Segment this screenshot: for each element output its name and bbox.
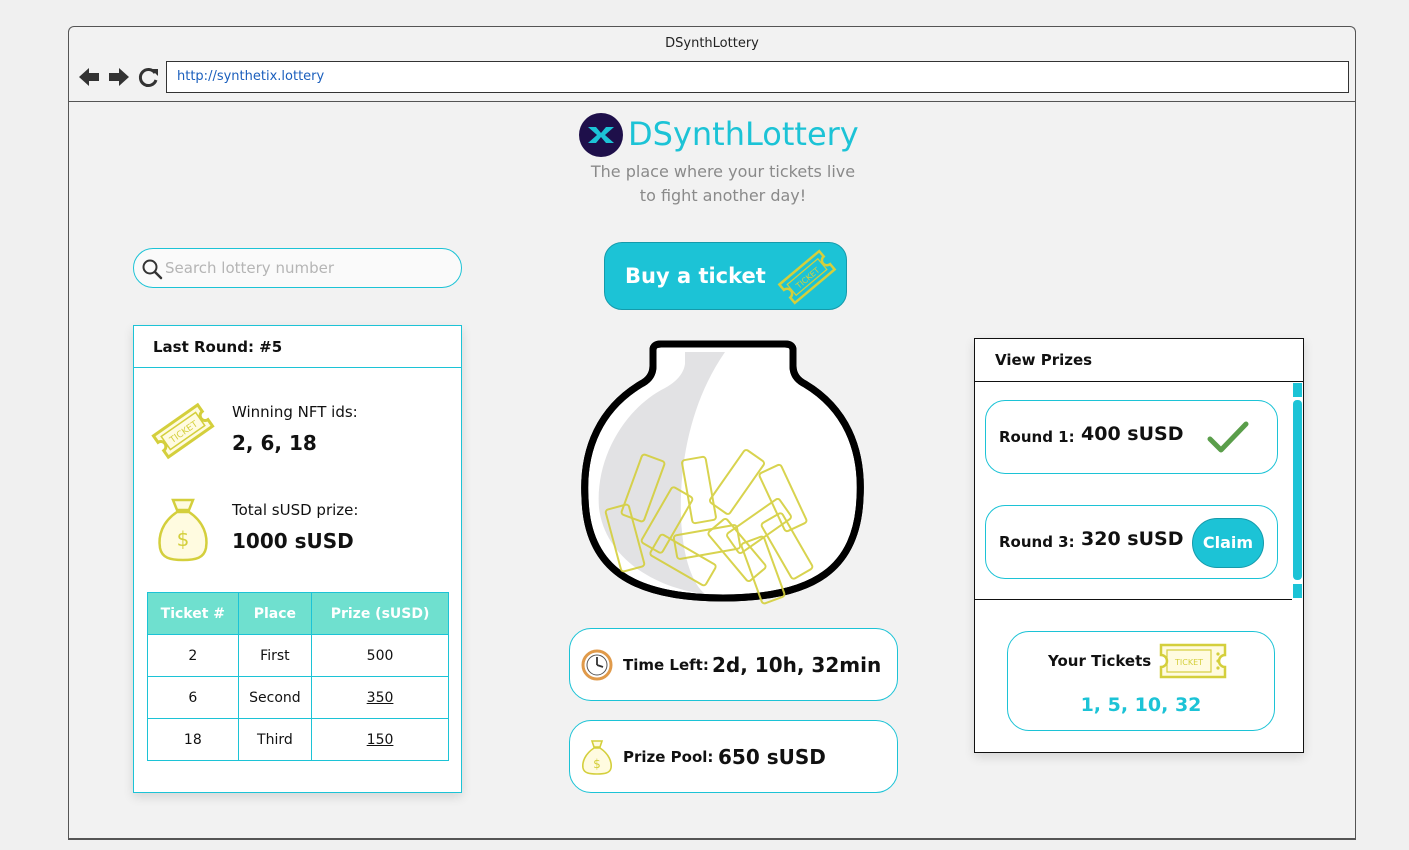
clock-icon	[581, 649, 613, 681]
back-arrow-icon[interactable]	[79, 68, 99, 86]
view-prizes-title: View Prizes	[995, 351, 1093, 369]
search-icon	[142, 259, 163, 280]
total-prize-value: 1000 sUSD	[232, 529, 354, 553]
your-tickets-value: 1, 5, 10, 32	[1080, 694, 1202, 716]
prize-link[interactable]: 150	[367, 732, 394, 748]
prize-pool-value: 650 sUSD	[718, 745, 826, 769]
prize-cell: 500	[311, 634, 449, 677]
total-prize-label: Total sUSD prize:	[232, 501, 359, 519]
ticket-icon: TICKET	[1159, 643, 1227, 679]
place-cell: Third	[237, 718, 313, 761]
buy-ticket-label: Buy a ticket	[625, 264, 766, 288]
prize-cell: 350	[311, 676, 449, 719]
table-header-row: Ticket # Place Prize (sUSD)	[147, 592, 449, 635]
table-row: 2 First 500	[147, 634, 449, 677]
scroll-thumb[interactable]	[1293, 400, 1302, 580]
scroll-up-arrow-icon[interactable]	[1293, 383, 1302, 397]
winning-ids-label: Winning NFT ids:	[232, 403, 358, 421]
ticket-cell: 18	[147, 718, 239, 761]
address-bar[interactable]: http://synthetix.lottery	[166, 61, 1349, 93]
round-prize-value: 400 sUSD	[1081, 423, 1184, 445]
toolbar-divider	[69, 101, 1355, 102]
window-bottom-edge	[68, 838, 1356, 840]
synthetix-logo-icon	[579, 113, 623, 157]
prize-round-item: Round 3: 320 sUSD Claim	[985, 505, 1278, 579]
ticket-cell: 6	[147, 676, 239, 719]
app-title: DSynthLottery	[628, 115, 859, 153]
ticket-icon: TICKET	[777, 249, 837, 305]
scroll-down-arrow-icon[interactable]	[1293, 584, 1302, 598]
svg-text:TICKET: TICKET	[1174, 658, 1203, 667]
last-round-header: Last Round: #5	[134, 326, 461, 368]
table-row: 6 Second 350	[147, 676, 449, 719]
your-tickets-box: Your Tickets TICKET 1, 5, 10, 32	[1007, 631, 1275, 731]
search-box	[133, 248, 462, 288]
last-round-card: Last Round: #5 TICKET Winning NFT ids: 2…	[133, 325, 462, 793]
time-left-label: Time Left:	[623, 656, 709, 674]
money-bag-icon: $	[158, 498, 208, 562]
buy-ticket-button[interactable]: Buy a ticket TICKET	[604, 242, 847, 310]
view-prizes-header: View Prizes	[975, 339, 1303, 382]
prize-round-item: Round 1: 400 sUSD	[985, 400, 1278, 474]
check-icon	[1207, 421, 1249, 453]
place-cell: Second	[237, 676, 313, 719]
tagline-line-1: The place where your tickets live	[590, 162, 856, 181]
table-row: 18 Third 150	[147, 718, 449, 761]
round-label: Round 3:	[999, 533, 1075, 551]
place-cell: First	[237, 634, 313, 677]
refresh-icon[interactable]	[138, 68, 158, 87]
svg-text:$: $	[177, 527, 190, 551]
last-round-title: Last Round: #5	[153, 338, 283, 356]
prizes-scrollbar[interactable]	[1292, 382, 1303, 600]
your-tickets-label: Your Tickets	[1048, 652, 1152, 670]
prize-cell: 150	[311, 718, 449, 761]
tagline: The place where your tickets live to fig…	[573, 160, 873, 208]
time-left-value: 2d, 10h, 32min	[712, 653, 882, 677]
tagline-line-2: to fight another day!	[639, 186, 807, 205]
prize-pool-label: Prize Pool:	[623, 748, 714, 766]
winning-ids-value: 2, 6, 18	[232, 431, 317, 455]
ticket-cell: 2	[147, 634, 239, 677]
column-header-ticket: Ticket #	[147, 592, 239, 635]
round-label: Round 1:	[999, 428, 1075, 446]
view-prizes-card: View Prizes Round 1: 400 sUSD Round 3: 3…	[974, 338, 1304, 753]
ticket-jar-illustration	[581, 340, 864, 605]
ticket-icon: TICKET	[151, 402, 215, 460]
column-header-place: Place	[237, 592, 313, 635]
search-input[interactable]	[163, 251, 447, 285]
column-header-prize: Prize (sUSD)	[311, 592, 449, 635]
claim-button[interactable]: Claim	[1192, 518, 1264, 568]
money-bag-icon: $	[582, 740, 612, 775]
prizes-list: Round 1: 400 sUSD Round 3: 320 sUSD Clai…	[975, 382, 1303, 600]
window-title: DSynthLottery	[665, 36, 759, 51]
prize-link[interactable]: 350	[367, 690, 394, 706]
url-text: http://synthetix.lottery	[177, 69, 325, 84]
time-left-pill: Time Left: 2d, 10h, 32min	[569, 628, 898, 701]
round-prize-value: 320 sUSD	[1081, 528, 1184, 550]
prize-pool-pill: $ Prize Pool: 650 sUSD	[569, 720, 898, 793]
forward-arrow-icon[interactable]	[109, 68, 129, 86]
results-table: Ticket # Place Prize (sUSD) 2 First 500 …	[147, 592, 449, 761]
browser-nav-icons	[79, 68, 158, 87]
svg-text:$: $	[593, 757, 601, 771]
